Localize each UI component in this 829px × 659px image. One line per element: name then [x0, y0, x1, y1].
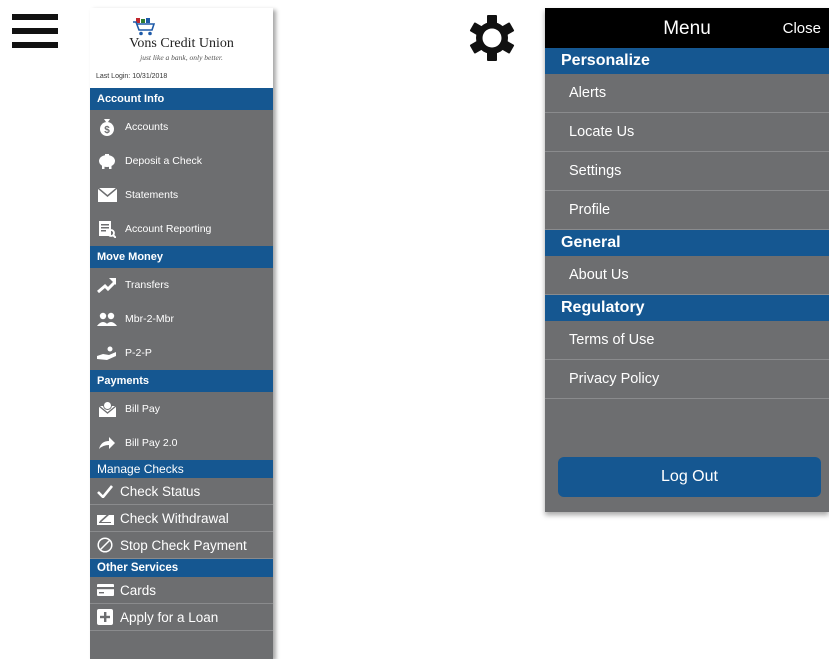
- menu-title-bar: Menu Close: [545, 8, 829, 48]
- members-icon: [97, 310, 117, 328]
- checkmark-icon: [96, 483, 114, 499]
- shopping-cart-logo-icon: [133, 18, 155, 36]
- menu-item-label: Mbr-2-Mbr: [125, 313, 174, 325]
- menu-item-label: Cards: [120, 582, 157, 598]
- close-button[interactable]: Close: [783, 20, 821, 37]
- transfer-icon: [97, 276, 117, 294]
- menu-item-statements[interactable]: Statements: [90, 178, 273, 212]
- gear-icon[interactable]: [468, 14, 516, 62]
- bill-pay-icon: [97, 400, 117, 418]
- menu-item-profile[interactable]: Profile: [545, 191, 829, 230]
- menu-item-label: Bill Pay 2.0: [125, 437, 178, 449]
- bank-name: Vons Credit Union: [129, 36, 234, 51]
- menu-item-label: Accounts: [125, 121, 169, 133]
- hamburger-bar: [12, 42, 58, 48]
- menu-item-bill-pay-2[interactable]: Bill Pay 2.0: [90, 426, 273, 460]
- menu-item-label: Check Status: [120, 483, 201, 499]
- menu-item-check-status[interactable]: Check Status: [90, 478, 273, 505]
- plus-square-icon: [96, 609, 114, 625]
- hamburger-bar: [12, 14, 58, 20]
- piggy-bank-icon: [97, 152, 117, 170]
- menu-item-label: Deposit a Check: [125, 155, 203, 167]
- menu-item-account-reporting[interactable]: Account Reporting: [90, 212, 273, 246]
- menu-item-privacy-policy[interactable]: Privacy Policy: [545, 360, 829, 399]
- credit-card-icon: [96, 582, 114, 598]
- left-nav-panel: Vons Credit Union just like a bank, only…: [90, 8, 273, 659]
- prohibited-icon: [96, 537, 114, 553]
- menu-item-locate-us[interactable]: Locate Us: [545, 113, 829, 152]
- hamburger-icon[interactable]: [12, 14, 58, 54]
- menu-item-label: Account Reporting: [125, 223, 212, 235]
- section-header-manage-checks: Manage Checks: [90, 460, 273, 478]
- last-login: Last Login: 10/31/2018: [96, 73, 168, 80]
- menu-item-about-us[interactable]: About Us: [545, 256, 829, 295]
- bank-tagline: just like a bank, only better.: [140, 53, 223, 62]
- menu-item-terms-of-use[interactable]: Terms of Use: [545, 321, 829, 360]
- menu-item-label: Statements: [125, 189, 179, 201]
- section-header-general: General: [545, 230, 829, 256]
- section-header-payments: Payments: [90, 370, 273, 392]
- menu-item-label: Stop Check Payment: [120, 537, 247, 553]
- menu-item-p-2-p[interactable]: P-2-P: [90, 336, 273, 370]
- menu-item-apply-for-a-loan[interactable]: Apply for a Loan: [90, 604, 273, 631]
- menu-item-stop-check-payment[interactable]: Stop Check Payment: [90, 532, 273, 559]
- money-bag-icon: $: [97, 118, 117, 136]
- menu-item-alerts[interactable]: Alerts: [545, 74, 829, 113]
- menu-item-label: Transfers: [125, 279, 169, 291]
- section-header-account-info: Account Info: [90, 88, 273, 110]
- menu-item-cards[interactable]: Cards: [90, 577, 273, 604]
- menu-item-label: Check Withdrawal: [120, 510, 229, 526]
- settings-menu-panel: Menu Close Personalize Alerts Locate Us …: [545, 8, 829, 512]
- menu-item-label: Bill Pay: [125, 403, 161, 415]
- menu-item-deposit-a-check[interactable]: Deposit a Check: [90, 144, 273, 178]
- section-header-move-money: Move Money: [90, 246, 273, 268]
- section-header-personalize: Personalize: [545, 48, 829, 74]
- hamburger-bar: [12, 28, 58, 34]
- section-header-regulatory: Regulatory: [545, 295, 829, 321]
- section-header-other-services: Other Services: [90, 559, 273, 577]
- menu-item-settings[interactable]: Settings: [545, 152, 829, 191]
- menu-item-label: P-2-P: [125, 347, 152, 359]
- check-writing-icon: [96, 510, 114, 526]
- menu-item-bill-pay[interactable]: Bill Pay: [90, 392, 273, 426]
- menu-item-transfers[interactable]: Transfers: [90, 268, 273, 302]
- bank-logo-area: Vons Credit Union just like a bank, only…: [90, 8, 273, 88]
- hand-money-icon: [97, 344, 117, 362]
- log-out-button[interactable]: Log Out: [558, 457, 821, 497]
- menu-item-mbr-2-mbr[interactable]: Mbr-2-Mbr: [90, 302, 273, 336]
- menu-item-accounts[interactable]: $ Accounts: [90, 110, 273, 144]
- envelope-icon: [97, 186, 117, 204]
- share-arrow-icon: [97, 434, 117, 452]
- menu-item-check-withdrawal[interactable]: Check Withdrawal: [90, 505, 273, 532]
- svg-text:$: $: [104, 125, 110, 136]
- menu-item-label: Apply for a Loan: [120, 609, 219, 625]
- report-icon: [97, 220, 117, 238]
